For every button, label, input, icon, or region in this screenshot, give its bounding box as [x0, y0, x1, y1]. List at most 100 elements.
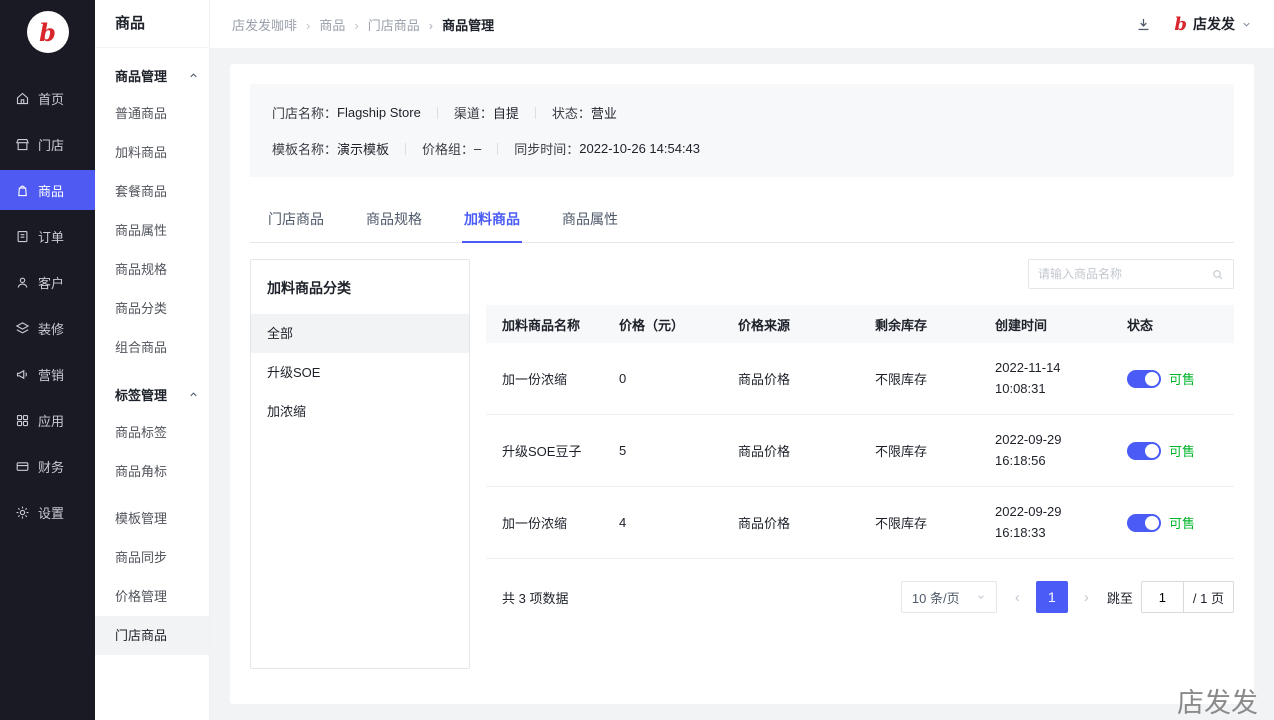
submenu-item-addon-product[interactable]: 加料商品	[95, 133, 209, 172]
nav-item-store[interactable]: 门店	[0, 124, 95, 164]
addon-stock: 不限库存	[875, 516, 928, 531]
tab-addon-product[interactable]: 加料商品	[462, 195, 522, 243]
submenu-item-combo-meal[interactable]: 套餐商品	[95, 172, 209, 211]
column-header-stock: 剩余库存	[875, 317, 928, 333]
divider	[534, 106, 536, 119]
settings-icon	[16, 506, 29, 518]
submenu-group-label: 标签管理	[115, 387, 168, 403]
nav-item-settings[interactable]: 设置	[0, 492, 95, 532]
apps-icon	[16, 414, 29, 426]
addon-stock: 不限库存	[875, 444, 928, 459]
created-date: 2022-09-29	[995, 432, 1062, 448]
category-item-all[interactable]: 全部	[251, 314, 469, 353]
submenu-item-product-badge[interactable]: 商品角标	[95, 452, 209, 491]
submenu-group-label: 商品管理	[115, 68, 168, 84]
submenu-group-tag-management[interactable]: 标签管理	[95, 375, 209, 413]
nav-item-marketing[interactable]: 营销	[0, 354, 95, 394]
topbar-right: b 店发发	[1135, 14, 1252, 35]
nav-item-decorate[interactable]: 装修	[0, 308, 95, 348]
search-row	[486, 259, 1234, 289]
status-badge: 可售	[1169, 372, 1196, 387]
current-page-button[interactable]: 1	[1035, 581, 1068, 613]
breadcrumb-item[interactable]: 店发发咖啡	[232, 15, 297, 34]
total-pages-text: / 1 页	[1192, 590, 1224, 606]
addon-status: 可售	[1111, 441, 1234, 460]
created-date: 2022-09-29	[995, 504, 1062, 520]
template-name-label: 模板名称：	[272, 142, 338, 157]
tab-product-attribute[interactable]: 商品属性	[560, 195, 620, 242]
status-toggle[interactable]	[1127, 513, 1161, 532]
store-name-value: Flagship Store	[337, 105, 421, 120]
submenu-item-product-category[interactable]: 商品分类	[95, 289, 209, 328]
addon-category-panel: 加料商品分类 全部 升级SOE 加浓缩	[250, 259, 470, 669]
status-toggle[interactable]	[1127, 441, 1161, 460]
content-area: 门店名称： Flagship Store 渠道： 自提 状态： 营业 模板名称：…	[210, 48, 1274, 720]
next-page-button[interactable]: ›	[1080, 586, 1093, 609]
addon-price: 5	[619, 443, 627, 458]
addon-name: 加一份浓缩	[502, 516, 568, 531]
search-box	[1028, 259, 1234, 289]
tab-store-product[interactable]: 门店商品	[266, 195, 326, 242]
addon-stock: 不限库存	[875, 372, 928, 387]
search-input[interactable]	[1038, 267, 1211, 281]
pager: ‹ 1 ›	[1011, 581, 1093, 613]
breadcrumb-item[interactable]: 商品	[297, 15, 345, 34]
jump-label: 跳至	[1106, 590, 1133, 606]
submenu-item-product-tag[interactable]: 商品标签	[95, 413, 209, 452]
addon-created-time: 2022-09-29 16:18:56	[979, 430, 1111, 470]
home-icon	[16, 92, 29, 104]
category-item-extra-espresso[interactable]: 加浓缩	[251, 392, 469, 431]
divider	[497, 142, 499, 155]
brand-logo-icon: b	[39, 17, 56, 47]
nav-item-customer[interactable]: 客户	[0, 262, 95, 302]
page-jump: 跳至 / 1 页	[1107, 581, 1234, 613]
addon-status: 可售	[1111, 513, 1234, 532]
price-group-value: –	[474, 141, 482, 156]
submenu-item-price-management[interactable]: 价格管理	[95, 577, 209, 616]
submenu-item-product-sync[interactable]: 商品同步	[95, 538, 209, 577]
tab-product-spec[interactable]: 商品规格	[364, 195, 424, 242]
nav-item-product[interactable]: 商品	[0, 170, 95, 210]
search-icon[interactable]	[1211, 268, 1224, 281]
primary-nav: 首页 门店 商品 订单 客户 装修 营销 应用 财务 设置	[0, 78, 95, 538]
chevron-up-icon	[190, 72, 197, 77]
addon-created-time: 2022-09-29 16:18:33	[979, 502, 1111, 542]
customer-icon	[17, 277, 28, 288]
status-toggle[interactable]	[1127, 369, 1161, 388]
account-menu[interactable]: b 店发发	[1174, 14, 1252, 35]
nav-item-label: 营销	[38, 367, 65, 383]
submenu-item-normal-product[interactable]: 普通商品	[95, 94, 209, 133]
jump-page-input[interactable]	[1141, 582, 1184, 612]
submenu-item-product-attribute[interactable]: 商品属性	[95, 211, 209, 250]
breadcrumb-item[interactable]: 门店商品	[345, 15, 420, 34]
addon-name: 升级SOE豆子	[502, 444, 582, 459]
submenu-group-product-management[interactable]: 商品管理	[95, 56, 209, 94]
submenu-item-bundle-product[interactable]: 组合商品	[95, 328, 209, 367]
page-size-select[interactable]: 10 条/页	[900, 581, 997, 613]
column-header-created: 创建时间	[995, 317, 1048, 333]
channel-value: 自提	[492, 106, 519, 121]
app-logo[interactable]: b	[0, 0, 95, 64]
category-item-upgrade-soe[interactable]: 升级SOE	[251, 353, 469, 392]
submenu-item-store-product[interactable]: 门店商品	[95, 616, 209, 655]
created-date: 2022-11-14	[995, 360, 1061, 376]
topbar: 店发发咖啡 商品 门店商品 商品管理 b 店发发	[210, 0, 1274, 48]
nav-item-order[interactable]: 订单	[0, 216, 95, 256]
category-panel-title: 加料商品分类	[267, 280, 351, 296]
nav-item-apps[interactable]: 应用	[0, 400, 95, 440]
download-button[interactable]	[1135, 16, 1152, 33]
table-header: 加料商品名称 价格（元） 价格来源 剩余库存 创建时间 状态	[486, 305, 1234, 343]
status-value: 营业	[590, 106, 617, 121]
submenu-item-template-management[interactable]: 模板管理	[95, 499, 209, 538]
divider	[436, 106, 438, 119]
order-icon	[17, 230, 28, 242]
nav-item-finance[interactable]: 财务	[0, 446, 95, 486]
price-group-label: 价格组：	[422, 142, 475, 157]
submenu-item-product-spec[interactable]: 商品规格	[95, 250, 209, 289]
prev-page-button[interactable]: ‹	[1011, 586, 1024, 609]
jump-box: / 1 页	[1140, 581, 1234, 613]
nav-item-home[interactable]: 首页	[0, 78, 95, 118]
chevron-down-icon	[1243, 22, 1250, 27]
table-row: 加一份浓缩 0 商品价格 不限库存 2022-11-14 10:08:31 可售	[486, 343, 1234, 415]
nav-item-label: 商品	[38, 183, 65, 199]
